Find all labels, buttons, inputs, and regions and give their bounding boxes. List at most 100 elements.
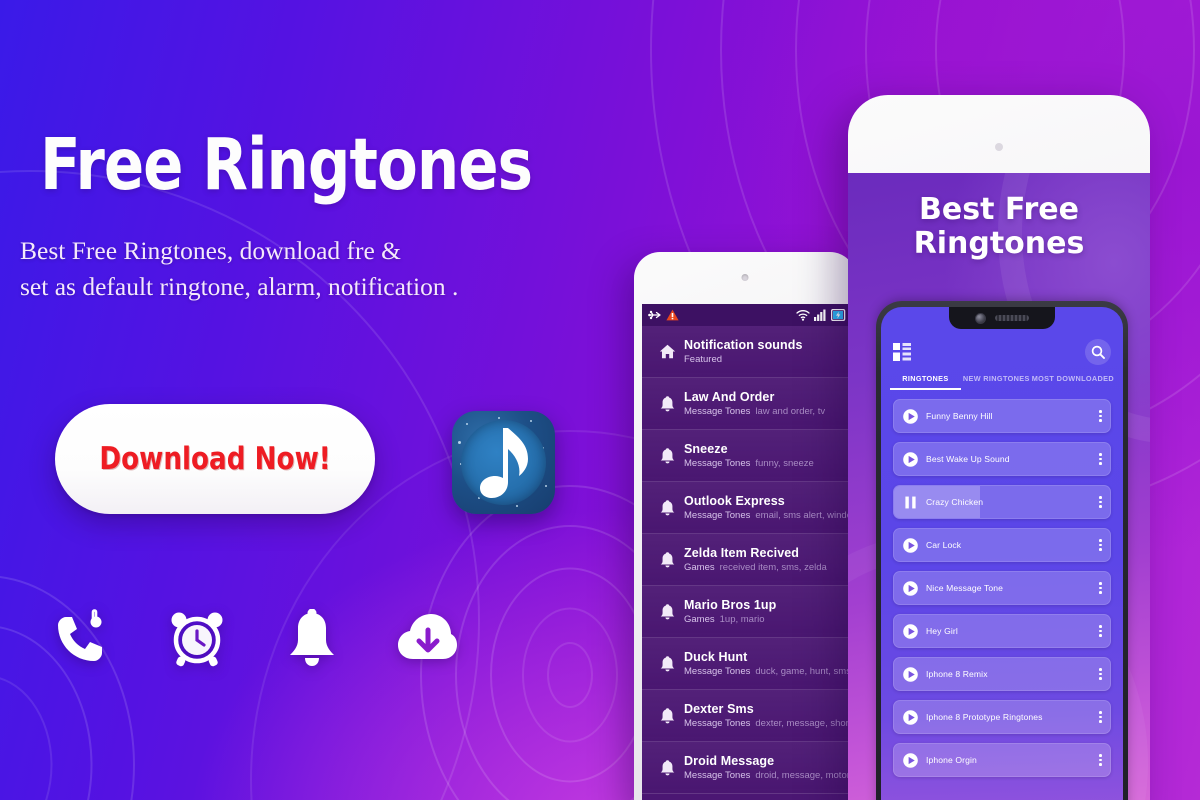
list-item-title: Notification sounds	[684, 338, 803, 352]
promo-heading-line-1: Best Free	[919, 192, 1079, 227]
ringtone-card[interactable]: Iphone 8 Remix	[893, 657, 1111, 691]
list-item-subtitle: Message Tones dexter, message, short	[684, 718, 851, 729]
bell-icon	[660, 708, 674, 724]
play-icon[interactable]	[902, 537, 919, 554]
ringtone-card[interactable]: Crazy Chicken	[893, 485, 1111, 519]
promo-heading-line-2: Ringtones	[913, 225, 1085, 261]
tab-most-downloaded[interactable]: MOST DOWNLOADED	[1032, 371, 1114, 388]
list-item-title: Outlook Express	[684, 494, 785, 508]
promo-banner: Free Ringtones Best Free Ringtones, down…	[0, 0, 1200, 800]
play-icon[interactable]	[902, 451, 919, 468]
ringtone-card[interactable]: Best Wake Up Sound	[893, 442, 1111, 476]
list-item-category: Games	[684, 562, 715, 573]
list-item-title: Duck Hunt	[684, 650, 748, 664]
ringtone-card[interactable]: Nice Message Tone	[893, 571, 1111, 605]
pause-icon[interactable]	[902, 494, 919, 511]
play-icon[interactable]	[902, 709, 919, 726]
list-item-text: Duck Hunt Message Tones duck, game, hunt, …	[684, 650, 851, 677]
list-item-text: Sneeze Message Tones funny, sneeze	[684, 442, 846, 469]
bell-icon	[660, 656, 674, 672]
phone-ringing-icon	[58, 609, 102, 661]
list-item-tags: 1up, mario	[719, 614, 765, 625]
list-item-icon-wrap	[650, 655, 684, 672]
list-item-title: Sneeze	[684, 442, 728, 456]
list-item-title: Zelda Item Recived	[684, 546, 800, 560]
more-options-icon[interactable]	[1093, 453, 1102, 465]
ringtone-list-item[interactable]: Outlook Express Message Tones email, sms a…	[642, 482, 852, 534]
more-options-icon[interactable]	[1093, 625, 1102, 637]
more-options-icon[interactable]	[1093, 711, 1102, 723]
list-item-icon-wrap	[650, 499, 684, 516]
notch	[949, 307, 1055, 329]
ringtone-card[interactable]: Iphone 8 Prototype Ringtones	[893, 700, 1111, 734]
more-options-icon[interactable]	[1093, 496, 1102, 508]
bell-icon	[290, 609, 334, 666]
ringtone-card-list[interactable]: Funny Benny Hill Best Wake Up Sound Crazy …	[881, 399, 1123, 800]
ringtone-card-label: Funny Benny Hill	[926, 411, 993, 421]
music-note-app-icon	[452, 411, 555, 514]
ringtone-list-item[interactable]: Notification sounds Featured	[642, 326, 852, 378]
ringtone-card-label: Iphone 8 Remix	[926, 669, 988, 679]
tab-ringtones[interactable]: RINGTONES	[890, 371, 961, 390]
play-icon[interactable]	[902, 666, 919, 683]
ringtone-list-item[interactable]: Droid Message Message Tones droid, message…	[642, 742, 852, 794]
wifi-icon	[796, 310, 810, 321]
list-item-title: Droid Message	[684, 754, 775, 768]
play-icon[interactable]	[902, 623, 919, 640]
list-item-text: Zelda Item Recived Games received item, sm…	[684, 546, 846, 573]
play-icon[interactable]	[902, 752, 919, 769]
list-item-icon-wrap	[650, 707, 684, 724]
list-item-subtitle: Featured	[684, 354, 846, 365]
promo-heading: Best Free Ringtones	[848, 193, 1150, 260]
more-options-icon[interactable]	[1093, 754, 1102, 766]
download-now-label: Download Now!	[99, 441, 331, 477]
more-options-icon[interactable]	[1093, 582, 1102, 594]
list-item-icon-wrap	[650, 759, 684, 776]
ringtone-card[interactable]: Iphone Orgin	[893, 743, 1111, 777]
usb-icon	[648, 310, 661, 320]
list-item-text: Notification sounds Featured	[684, 338, 846, 365]
subtitle: Best Free Ringtones, download fre & set …	[20, 233, 660, 305]
more-options-icon[interactable]	[1093, 410, 1102, 422]
camera-lens-icon	[975, 312, 986, 324]
bell-icon	[660, 448, 674, 464]
front-camera-dot	[995, 143, 1003, 151]
ringtone-card-label: Nice Message Tone	[926, 583, 1004, 593]
list-item-category: Message Tones	[684, 510, 751, 521]
tab-new-ringtones[interactable]: NEW RINGTONES	[961, 371, 1032, 388]
list-item-text: Outlook Express Message Tones email, sms a…	[684, 494, 852, 521]
ringtone-card[interactable]: Car Lock	[893, 528, 1111, 562]
ringtone-list-item[interactable]: Mario Bros 1up Games 1up, mario	[642, 586, 852, 638]
search-button[interactable]	[1085, 339, 1111, 365]
app-tab-bar[interactable]: RINGTONES NEW RINGTONES MOST DOWNLOADED	[881, 371, 1123, 395]
more-options-icon[interactable]	[1093, 539, 1102, 551]
play-icon[interactable]	[902, 580, 919, 597]
list-item-category: Games	[684, 614, 715, 625]
decorative-concentric-rings-bottom	[420, 485, 720, 800]
page-title: Free Ringtones	[40, 123, 533, 206]
list-item-subtitle: Message Tones email, sms alert, windows	[684, 510, 852, 521]
eighth-note-glyph	[480, 428, 528, 498]
ringtone-list-item[interactable]: Law And Order Message Tones law and order,…	[642, 378, 852, 430]
ringtone-list-item[interactable]: Dexter Sms Message Tones dexter, message, …	[642, 690, 852, 742]
play-icon[interactable]	[902, 408, 919, 425]
ringtone-card-label: Car Lock	[926, 540, 962, 550]
list-item-icon-wrap	[650, 395, 684, 412]
list-item-title: Mario Bros 1up	[684, 598, 777, 612]
list-item-subtitle: Games received item, sms, zelda	[684, 562, 846, 573]
grid-menu-icon[interactable]	[893, 343, 911, 361]
ringtone-list-android[interactable]: Notification sounds Featured Law And Order…	[642, 326, 852, 800]
ringtone-list-item[interactable]: Duck Hunt Message Tones duck, game, hunt, …	[642, 638, 852, 690]
ringtone-card[interactable]: Hey Girl	[893, 614, 1111, 648]
more-options-icon[interactable]	[1093, 668, 1102, 680]
list-item-tags: law and order, tv	[755, 406, 826, 417]
download-now-button[interactable]: Download Now!	[55, 404, 375, 514]
list-item-title: Dexter Sms	[684, 702, 754, 716]
ringtone-list-item[interactable]: Sneeze Message Tones funny, sneeze	[642, 430, 852, 482]
ringtone-list-item[interactable]: Zelda Item Recived Games received item, sm…	[642, 534, 852, 586]
android-status-bar	[642, 304, 852, 326]
list-item-category: Message Tones	[684, 458, 751, 469]
ringtone-card[interactable]: Funny Benny Hill	[893, 399, 1111, 433]
warning-triangle-icon	[666, 309, 679, 321]
ringtone-card-label: Iphone 8 Prototype Ringtones	[926, 712, 1043, 722]
